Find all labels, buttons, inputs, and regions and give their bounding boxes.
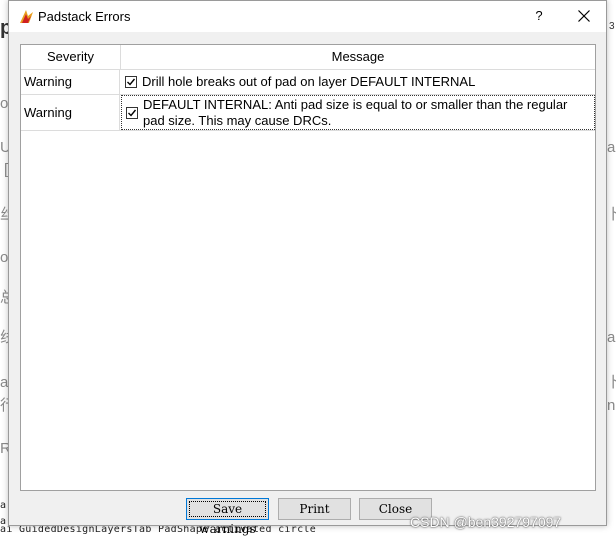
message-text: Drill hole breaks out of pad on layer DE…: [142, 74, 476, 89]
background-text: 卜: [607, 374, 616, 391]
checkbox-checked-icon: [128, 109, 137, 117]
print-button[interactable]: Print: [278, 498, 351, 520]
message-cell: DEFAULT INTERNAL: Anti pad size is equal…: [121, 95, 595, 130]
background-text: a: [607, 139, 616, 156]
padstack-errors-dialog: Padstack Errors ? Severity Message Warni…: [8, 0, 607, 536]
dialog-title: Padstack Errors: [38, 9, 131, 24]
table-row[interactable]: Warning Drill hole breaks out of pad on …: [21, 70, 595, 95]
severity-cell: Warning: [21, 70, 120, 94]
help-button[interactable]: ?: [524, 5, 554, 27]
table-row[interactable]: Warning DEFAULT INTERNAL: Anti pad size …: [21, 95, 595, 131]
errors-table: Severity Message Warning Drill hole brea…: [20, 44, 596, 491]
background-text: 3: [609, 21, 615, 32]
row-checkbox[interactable]: [126, 107, 138, 119]
background-text: 卜: [607, 206, 616, 223]
save-warnings-button[interactable]: Save warnings: [186, 498, 269, 536]
console-line: a: [0, 500, 7, 511]
message-text: DEFAULT INTERNAL: Anti pad size is equal…: [143, 97, 568, 128]
background-text: n: [607, 397, 616, 414]
column-header-message[interactable]: Message: [121, 45, 595, 69]
row-divider: [21, 130, 595, 131]
watermark: CSDN @ben392797097: [410, 514, 562, 530]
severity-cell: Warning: [21, 95, 120, 130]
title-bar[interactable]: Padstack Errors ?: [9, 1, 606, 32]
message-cell: Drill hole breaks out of pad on layer DE…: [121, 70, 595, 94]
column-header-severity[interactable]: Severity: [21, 45, 121, 69]
row-checkbox[interactable]: [125, 76, 137, 88]
close-window-button[interactable]: [569, 5, 599, 27]
checkbox-checked-icon: [127, 78, 136, 86]
close-icon: [578, 10, 590, 22]
padstack-app-icon: [18, 8, 35, 25]
background-text: a: [607, 329, 616, 346]
